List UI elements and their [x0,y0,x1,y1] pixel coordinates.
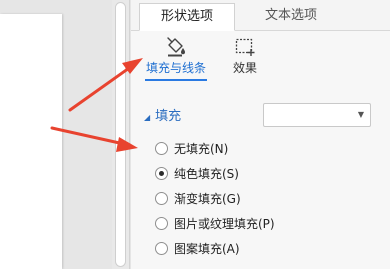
radio-button[interactable] [155,191,168,205]
radio-picture-texture-fill[interactable]: 图片或纹理填充(P) [155,213,275,233]
pane-body: 填充与线条 效果 ◢ 填充 ▼ 无填充(N) 纯色填充(S) 渐变填充(G) 图… [131,31,390,269]
tab-shape-options[interactable]: 形状选项 [139,3,235,31]
fill-section-toggle[interactable]: ◢ 填充 [144,108,181,126]
document-page[interactable] [0,14,62,269]
document-canvas [0,0,112,269]
subtab-effects-label: 效果 [232,61,257,75]
fill-color-dropdown[interactable]: ▼ [263,103,371,127]
active-subtab-indicator [145,79,207,81]
radio-button[interactable] [155,166,168,180]
subtab-fill-and-line[interactable]: 填充与线条 [145,36,207,76]
radio-label: 无填充(N) [174,141,229,156]
subtab-effects[interactable]: 效果 [228,36,262,76]
effects-icon [235,38,255,56]
scrollbar-thumb[interactable] [115,2,126,267]
radio-button[interactable] [155,241,168,255]
collapse-triangle-icon: ◢ [144,113,151,122]
fill-section-title: 填充 [155,109,182,124]
chevron-down-icon: ▼ [357,110,364,119]
subtab-fill-label: 填充与线条 [145,61,206,75]
tab-text-options[interactable]: 文本选项 [241,3,341,31]
radio-label: 渐变填充(G) [174,191,241,206]
radio-label: 图片或纹理填充(P) [174,216,275,231]
radio-gradient-fill[interactable]: 渐变填充(G) [155,188,241,208]
radio-no-fill[interactable]: 无填充(N) [155,138,228,158]
pane-tab-bar: 形状选项 文本选项 [131,0,390,31]
vertical-scrollbar[interactable] [112,0,130,269]
radio-pattern-fill[interactable]: 图案填充(A) [155,238,240,258]
radio-button[interactable] [155,141,168,155]
paint-bucket-icon [167,37,185,57]
radio-label: 纯色填充(S) [174,166,239,181]
radio-button[interactable] [155,216,168,230]
radio-solid-fill[interactable]: 纯色填充(S) [155,163,239,183]
property-task-pane: 形状选项 文本选项 填充与线条 效果 ◢ 填充 ▼ 无填充(N) 纯色填充(S)… [131,0,390,269]
radio-label: 图案填充(A) [174,241,240,256]
